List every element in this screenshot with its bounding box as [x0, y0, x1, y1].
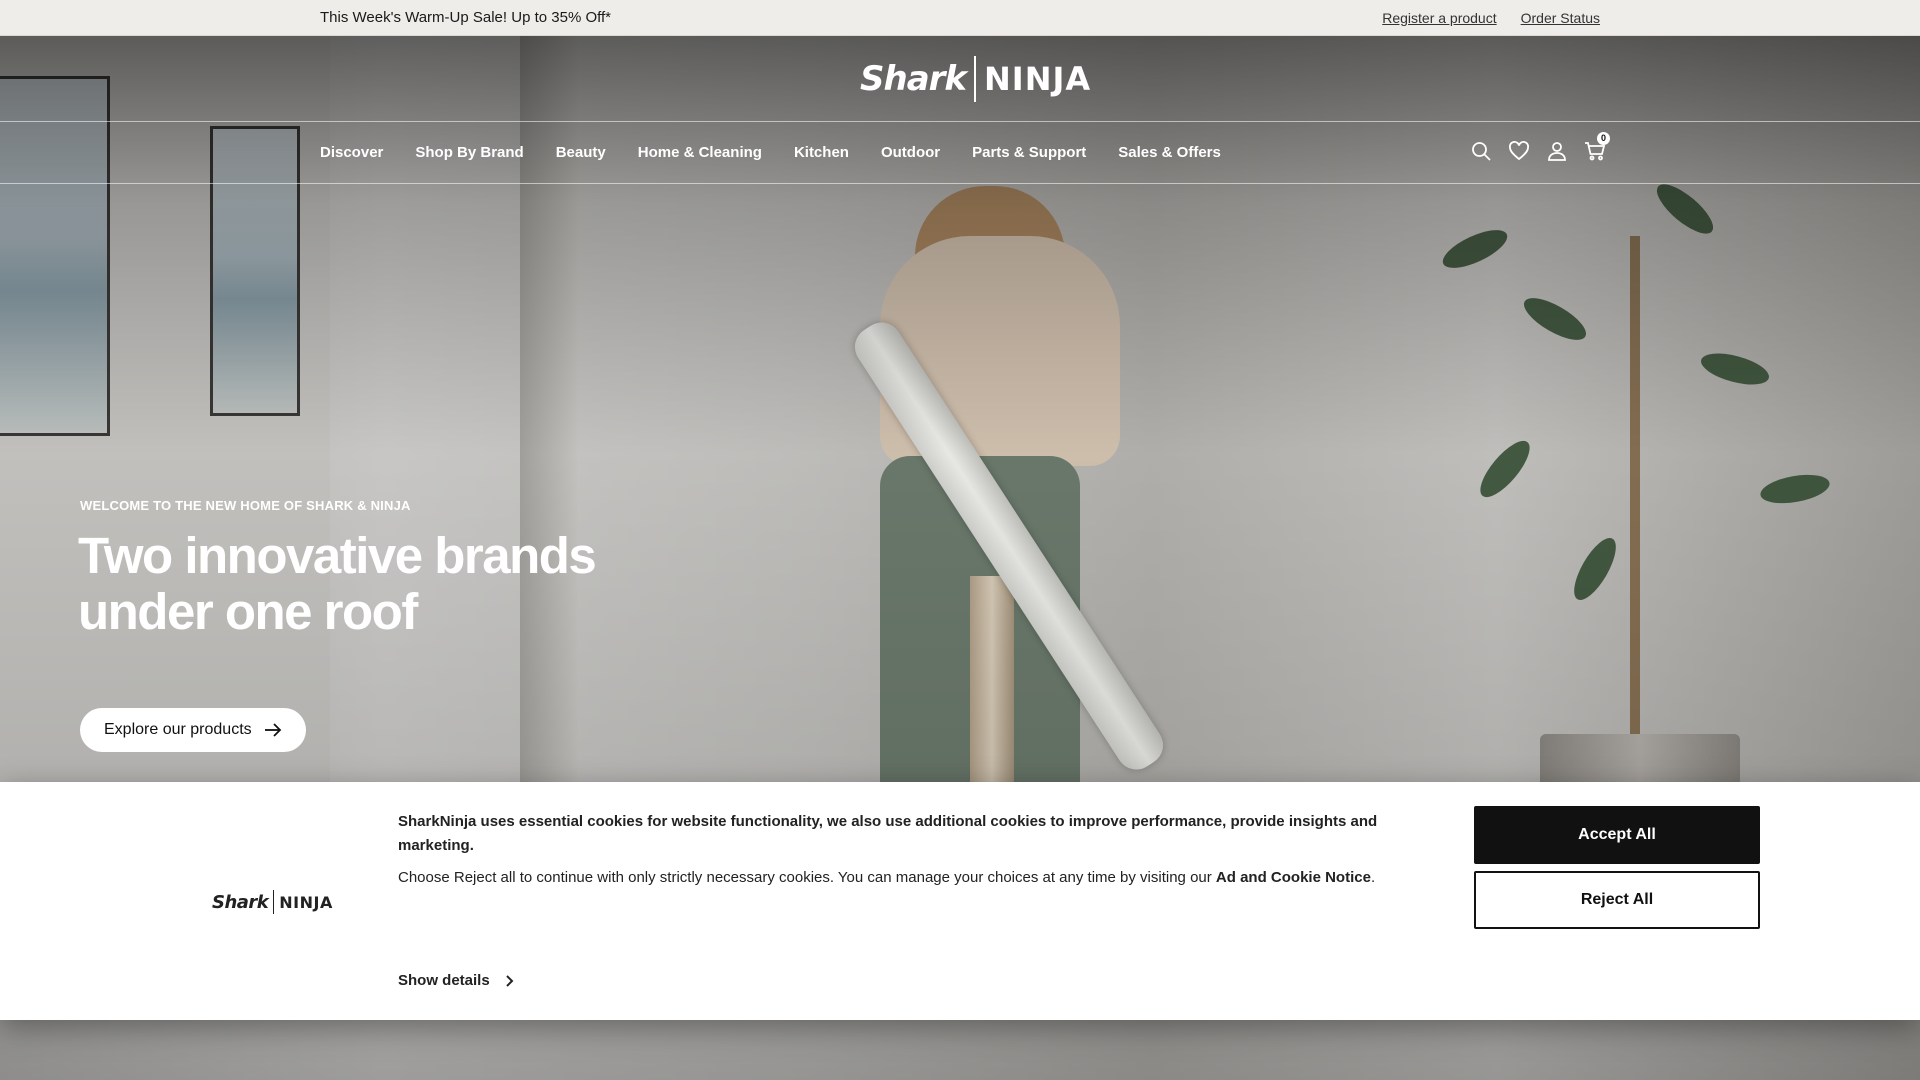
- ad-cookie-notice-link[interactable]: Ad and Cookie Notice: [1216, 869, 1371, 886]
- logo-divider: [974, 56, 977, 102]
- show-details-label: Show details: [398, 972, 490, 989]
- cart-icon[interactable]: 0: [1584, 132, 1610, 162]
- hero-heading: Two innovative brands under one roof: [78, 527, 597, 640]
- header-icons: 0: [1470, 132, 1610, 162]
- arrow-right-icon: [264, 723, 281, 737]
- cookie-consent-banner: Shark NINJA SharkNinja uses essential co…: [0, 782, 1920, 1020]
- cart-count-badge: 0: [1597, 132, 1610, 145]
- nav-item-beauty[interactable]: Beauty: [556, 144, 606, 161]
- reject-all-button[interactable]: Reject All: [1474, 871, 1760, 929]
- cookie-logo-ninja: NINJA: [279, 892, 333, 912]
- search-icon[interactable]: [1470, 140, 1492, 162]
- cookie-banner-logo: Shark NINJA: [212, 890, 333, 914]
- cookie-logo-divider: [273, 890, 275, 914]
- register-product-link[interactable]: Register a product: [1382, 10, 1496, 26]
- promo-bar: This Week's Warm-Up Sale! Up to 35% Off*…: [0, 0, 1920, 36]
- show-details-toggle[interactable]: Show details: [398, 972, 514, 989]
- explore-products-button[interactable]: Explore our products: [80, 708, 306, 752]
- nav-item-discover[interactable]: Discover: [320, 144, 383, 161]
- chevron-right-icon: [505, 974, 514, 987]
- cookie-logo-shark: Shark: [212, 891, 269, 913]
- account-icon[interactable]: [1546, 140, 1568, 162]
- utility-links: Register a product Order Status: [1382, 10, 1600, 26]
- header-divider: [0, 121, 1920, 122]
- cookie-lead-text: SharkNinja uses essential cookies for we…: [398, 813, 1378, 854]
- main-nav: Discover Shop By Brand Beauty Home & Cle…: [320, 144, 1221, 161]
- cookie-body-prefix: Choose Reject all to continue with only …: [398, 869, 1216, 886]
- nav-item-outdoor[interactable]: Outdoor: [881, 144, 940, 161]
- logo-shark-text: Shark: [860, 59, 967, 99]
- accept-all-button[interactable]: Accept All: [1474, 806, 1760, 864]
- order-status-link[interactable]: Order Status: [1521, 10, 1600, 26]
- promo-text[interactable]: This Week's Warm-Up Sale! Up to 35% Off*: [320, 9, 611, 26]
- logo-ninja-text: NINJA: [984, 60, 1092, 98]
- header-divider: [0, 183, 1920, 184]
- hero-eyebrow: WELCOME TO THE NEW HOME OF SHARK & NINJA: [80, 498, 411, 513]
- cookie-body-suffix: .: [1370, 869, 1376, 886]
- wishlist-heart-icon[interactable]: [1508, 140, 1530, 162]
- nav-item-sales-offers[interactable]: Sales & Offers: [1118, 144, 1221, 161]
- nav-item-home-cleaning[interactable]: Home & Cleaning: [638, 144, 762, 161]
- nav-item-kitchen[interactable]: Kitchen: [794, 144, 849, 161]
- cookie-message: SharkNinja uses essential cookies for we…: [398, 810, 1418, 898]
- cookie-body-text: Choose Reject all to continue with only …: [398, 866, 1418, 890]
- nav-item-parts-support[interactable]: Parts & Support: [972, 144, 1086, 161]
- sharkninja-logo[interactable]: Shark NINJA: [860, 56, 1091, 102]
- explore-products-label: Explore our products: [104, 721, 252, 738]
- site-header: Shark NINJA Discover Shop By Brand Beaut…: [0, 36, 1920, 184]
- nav-item-shop-by-brand[interactable]: Shop By Brand: [415, 144, 523, 161]
